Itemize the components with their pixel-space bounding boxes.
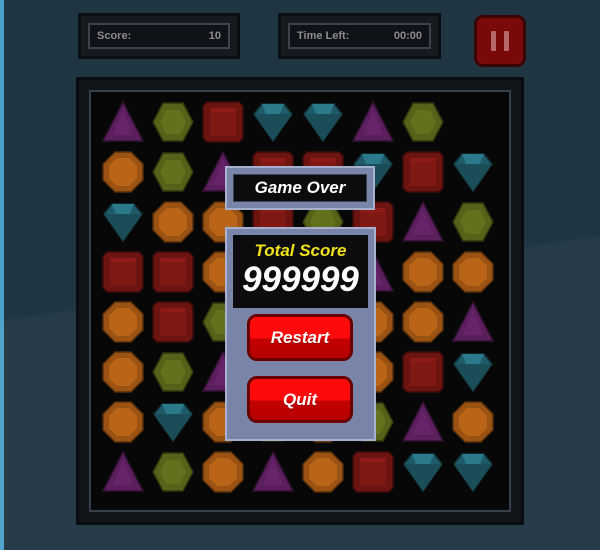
empty-cell xyxy=(448,97,498,147)
diamond-gem-icon[interactable] xyxy=(448,447,498,497)
square-gem-icon[interactable] xyxy=(148,247,198,297)
octagon-gem-icon[interactable] xyxy=(448,247,498,297)
game-over-panel: Total Score 999999 Restart Quit xyxy=(225,227,376,441)
square-gem-icon[interactable] xyxy=(398,347,448,397)
time-display: Time Left: 00:00 xyxy=(288,23,431,49)
octagon-gem-icon[interactable] xyxy=(298,447,348,497)
hexagon-gem-icon[interactable] xyxy=(148,347,198,397)
game-over-title-panel: Game Over xyxy=(225,166,375,210)
triangle-gem-icon[interactable] xyxy=(248,447,298,497)
octagon-gem-icon[interactable] xyxy=(98,347,148,397)
diamond-gem-icon[interactable] xyxy=(298,97,348,147)
triangle-gem-icon[interactable] xyxy=(398,397,448,447)
triangle-gem-icon[interactable] xyxy=(448,297,498,347)
diamond-gem-icon[interactable] xyxy=(148,397,198,447)
time-value: 00:00 xyxy=(393,30,422,42)
octagon-gem-icon[interactable] xyxy=(98,397,148,447)
quit-button[interactable]: Quit xyxy=(247,376,353,423)
square-gem-icon[interactable] xyxy=(348,447,398,497)
pause-icon xyxy=(504,31,509,51)
hexagon-gem-icon[interactable] xyxy=(448,197,498,247)
total-score-value: 999999 xyxy=(242,260,359,299)
octagon-gem-icon[interactable] xyxy=(98,147,148,197)
score-label: Score: xyxy=(97,30,132,42)
square-gem-icon[interactable] xyxy=(98,247,148,297)
total-score-label: Total Score xyxy=(254,241,347,260)
left-edge-strip xyxy=(0,0,4,550)
hexagon-gem-icon[interactable] xyxy=(148,147,198,197)
square-gem-icon[interactable] xyxy=(398,147,448,197)
diamond-gem-icon[interactable] xyxy=(398,447,448,497)
hexagon-gem-icon[interactable] xyxy=(398,97,448,147)
score-value: 10 xyxy=(208,30,221,42)
diamond-gem-icon[interactable] xyxy=(248,97,298,147)
diamond-gem-icon[interactable] xyxy=(448,147,498,197)
octagon-gem-icon[interactable] xyxy=(98,297,148,347)
restart-button[interactable]: Restart xyxy=(247,314,353,361)
square-gem-icon[interactable] xyxy=(148,297,198,347)
diamond-gem-icon[interactable] xyxy=(98,197,148,247)
octagon-gem-icon[interactable] xyxy=(398,247,448,297)
octagon-gem-icon[interactable] xyxy=(198,447,248,497)
hexagon-gem-icon[interactable] xyxy=(148,97,198,147)
triangle-gem-icon[interactable] xyxy=(98,97,148,147)
square-gem-icon[interactable] xyxy=(198,97,248,147)
time-panel: Time Left: 00:00 xyxy=(278,13,441,59)
pause-icon xyxy=(491,31,496,51)
triangle-gem-icon[interactable] xyxy=(398,197,448,247)
time-label: Time Left: xyxy=(297,30,350,42)
pause-button[interactable] xyxy=(474,15,526,67)
diamond-gem-icon[interactable] xyxy=(448,347,498,397)
game-over-title: Game Over xyxy=(233,174,367,202)
octagon-gem-icon[interactable] xyxy=(148,197,198,247)
triangle-gem-icon[interactable] xyxy=(348,97,398,147)
score-display: Score: 10 xyxy=(88,23,230,49)
octagon-gem-icon[interactable] xyxy=(448,397,498,447)
triangle-gem-icon[interactable] xyxy=(98,447,148,497)
total-score-box: Total Score 999999 xyxy=(233,235,368,308)
octagon-gem-icon[interactable] xyxy=(398,297,448,347)
hexagon-gem-icon[interactable] xyxy=(148,447,198,497)
score-panel: Score: 10 xyxy=(78,13,240,59)
